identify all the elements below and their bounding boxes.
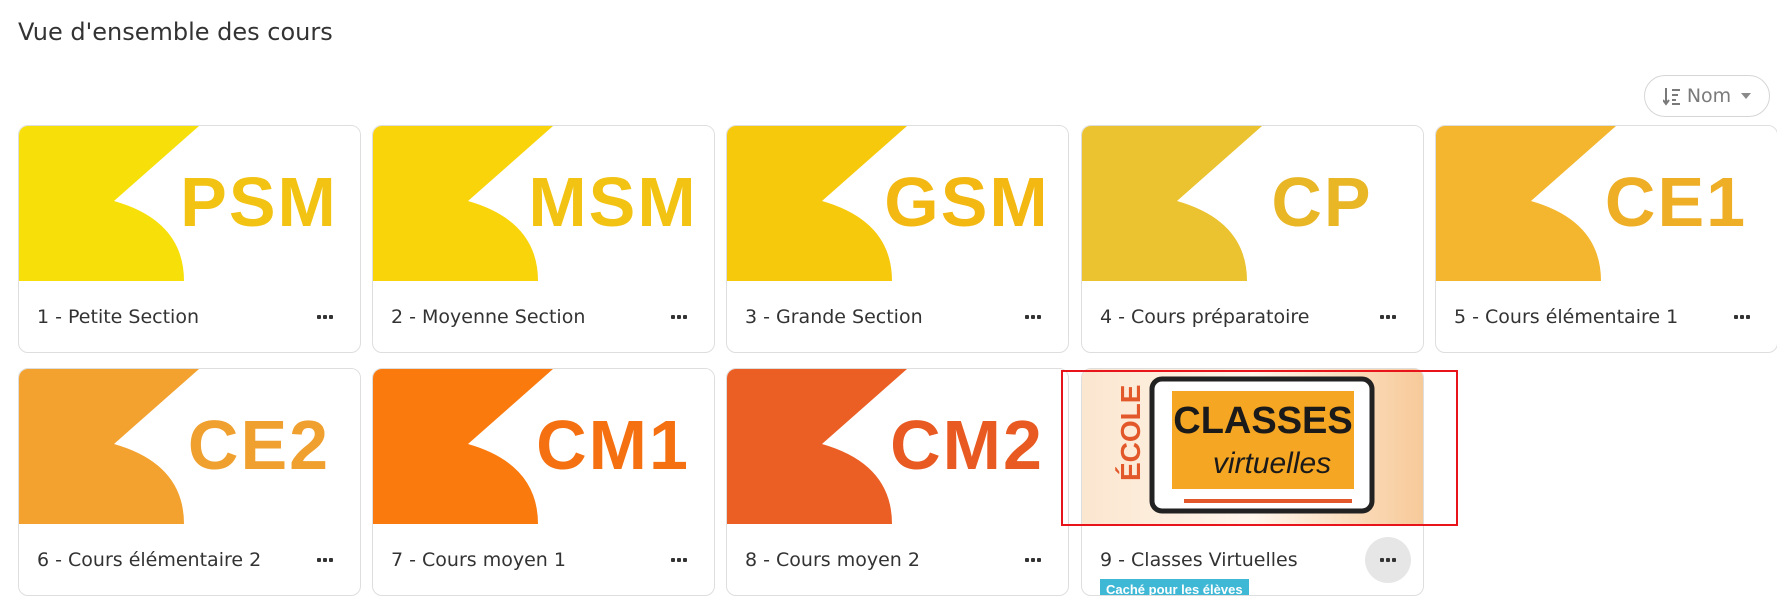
more-icon bbox=[1380, 558, 1396, 562]
sort-by-name-button[interactable]: Nom bbox=[1644, 75, 1770, 117]
course-image[interactable]: PSM bbox=[19, 126, 360, 281]
course-banner: CM1 bbox=[373, 369, 714, 524]
more-icon bbox=[1734, 315, 1750, 319]
course-banner: CE1 bbox=[1436, 126, 1777, 281]
course-image[interactable]: CE1 bbox=[1436, 126, 1777, 281]
course-card[interactable]: CE1 5 - Cours élémentaire 1 bbox=[1435, 125, 1777, 353]
course-name[interactable]: 9 - Classes Virtuelles bbox=[1100, 549, 1298, 571]
course-image[interactable]: CM2 bbox=[727, 369, 1068, 524]
course-name[interactable]: 1 - Petite Section bbox=[37, 306, 199, 328]
course-code: CM2 bbox=[890, 406, 1044, 484]
course-image[interactable]: MSM bbox=[373, 126, 714, 281]
course-name[interactable]: 8 - Cours moyen 2 bbox=[745, 549, 920, 571]
more-icon bbox=[317, 558, 333, 562]
course-code: CP bbox=[1271, 163, 1372, 241]
more-icon bbox=[671, 558, 687, 562]
course-name[interactable]: 5 - Cours élémentaire 1 bbox=[1454, 306, 1678, 328]
page-title: Vue d'ensemble des cours bbox=[18, 18, 333, 46]
hidden-status-badge: Caché pour les élèves bbox=[1100, 579, 1249, 595]
chevron-down-icon bbox=[1741, 93, 1752, 99]
classes-subtitle: virtuelles bbox=[1213, 447, 1331, 480]
course-name[interactable]: 2 - Moyenne Section bbox=[391, 306, 585, 328]
course-code: MSM bbox=[528, 163, 697, 241]
more-icon bbox=[1025, 315, 1041, 319]
more-icon bbox=[317, 315, 333, 319]
course-banner: CM2 bbox=[727, 369, 1068, 524]
course-image[interactable]: GSM bbox=[727, 126, 1068, 281]
course-code: GSM bbox=[884, 163, 1049, 241]
course-card[interactable]: MSM 2 - Moyenne Section bbox=[372, 125, 715, 353]
more-icon bbox=[1025, 558, 1041, 562]
course-image[interactable]: CM1 bbox=[373, 369, 714, 524]
course-code: CE2 bbox=[188, 406, 330, 484]
course-name[interactable]: 6 - Cours élémentaire 2 bbox=[37, 549, 261, 571]
course-menu-button[interactable] bbox=[1010, 294, 1056, 340]
course-image-classes-virtuelles[interactable]: CLASSES virtuelles ÉCOLE bbox=[1082, 369, 1423, 524]
course-code: CM1 bbox=[536, 406, 690, 484]
course-name[interactable]: 4 - Cours préparatoire bbox=[1100, 306, 1309, 328]
course-card[interactable]: CP 4 - Cours préparatoire bbox=[1081, 125, 1424, 353]
course-banner: PSM bbox=[19, 126, 360, 281]
course-image[interactable]: CP bbox=[1082, 126, 1423, 281]
course-banner: CP bbox=[1082, 126, 1423, 281]
course-card[interactable]: CE2 6 - Cours élémentaire 2 bbox=[18, 368, 361, 596]
course-card[interactable]: GSM 3 - Grande Section bbox=[726, 125, 1069, 353]
course-banner: GSM bbox=[727, 126, 1068, 281]
course-banner: MSM bbox=[373, 126, 714, 281]
course-banner: CE2 bbox=[19, 369, 360, 524]
course-card[interactable]: CM2 8 - Cours moyen 2 bbox=[726, 368, 1069, 596]
course-overview-panel: Vue d'ensemble des cours Nom PSM 1 - Pet… bbox=[0, 0, 1777, 612]
course-card[interactable]: CLASSES virtuelles ÉCOLE 9 - Classes Vir… bbox=[1081, 368, 1424, 596]
more-icon bbox=[671, 315, 687, 319]
course-menu-button[interactable] bbox=[1365, 294, 1411, 340]
course-menu-button[interactable] bbox=[302, 537, 348, 583]
course-menu-button[interactable] bbox=[1010, 537, 1056, 583]
course-code: PSM bbox=[180, 163, 338, 241]
classes-virtuelles-logo: CLASSES virtuelles ÉCOLE bbox=[1082, 369, 1423, 524]
classes-title: CLASSES bbox=[1173, 400, 1352, 442]
sort-alpha-icon bbox=[1662, 88, 1680, 106]
course-code: CE1 bbox=[1605, 163, 1747, 241]
course-menu-button[interactable] bbox=[1719, 294, 1765, 340]
course-menu-button[interactable] bbox=[656, 537, 702, 583]
course-card[interactable]: PSM 1 - Petite Section bbox=[18, 125, 361, 353]
more-icon bbox=[1380, 315, 1396, 319]
course-menu-button[interactable] bbox=[302, 294, 348, 340]
course-name[interactable]: 3 - Grande Section bbox=[745, 306, 923, 328]
course-menu-button[interactable] bbox=[1365, 537, 1411, 583]
sort-label: Nom bbox=[1686, 85, 1732, 107]
course-name[interactable]: 7 - Cours moyen 1 bbox=[391, 549, 566, 571]
course-menu-button[interactable] bbox=[656, 294, 702, 340]
course-image[interactable]: CE2 bbox=[19, 369, 360, 524]
ecole-text: ÉCOLE bbox=[1115, 385, 1146, 481]
course-card[interactable]: CM1 7 - Cours moyen 1 bbox=[372, 368, 715, 596]
